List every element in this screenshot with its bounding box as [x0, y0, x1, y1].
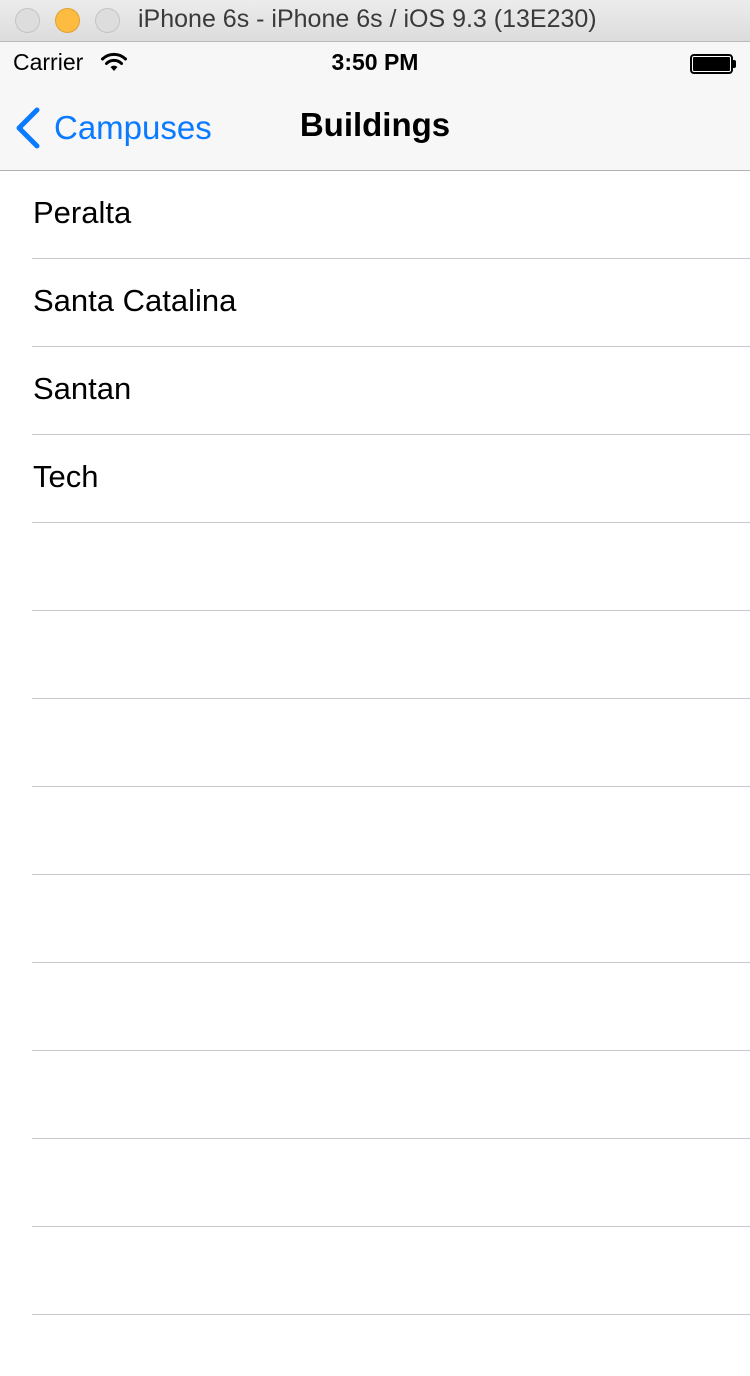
simulator-title-bar: iPhone 6s - iPhone 6s / iOS 9.3 (13E230) — [0, 0, 750, 42]
minimize-window-button[interactable] — [55, 8, 80, 33]
zoom-window-button[interactable] — [95, 8, 120, 33]
buildings-table: Peralta Santa Catalina Santan Tech — [0, 171, 750, 1315]
row-label: Peralta — [33, 195, 132, 230]
table-row[interactable]: Tech — [32, 435, 750, 523]
empty-table-row — [32, 1139, 750, 1227]
battery-icon — [690, 54, 736, 74]
row-label: Tech — [33, 459, 99, 494]
status-time: 3:50 PM — [331, 49, 419, 75]
empty-table-row — [32, 875, 750, 963]
empty-table-row — [32, 523, 750, 611]
ios-top-bar: Carrier 3:50 PM Campuses Buildings — [0, 42, 750, 171]
close-window-button[interactable] — [15, 8, 40, 33]
table-row[interactable]: Santa Catalina — [32, 259, 750, 347]
empty-table-row — [32, 963, 750, 1051]
table-row[interactable]: Santan — [32, 347, 750, 435]
table-row[interactable]: Peralta — [32, 171, 750, 259]
empty-table-row — [32, 611, 750, 699]
empty-table-row — [32, 1051, 750, 1139]
empty-table-row — [32, 699, 750, 787]
empty-table-row — [32, 787, 750, 875]
page-title: Buildings — [299, 106, 451, 143]
row-label: Santan — [33, 371, 132, 406]
window-title: iPhone 6s - iPhone 6s / iOS 9.3 (13E230) — [138, 5, 597, 33]
row-label: Santa Catalina — [33, 283, 237, 318]
empty-table-row — [32, 1227, 750, 1315]
